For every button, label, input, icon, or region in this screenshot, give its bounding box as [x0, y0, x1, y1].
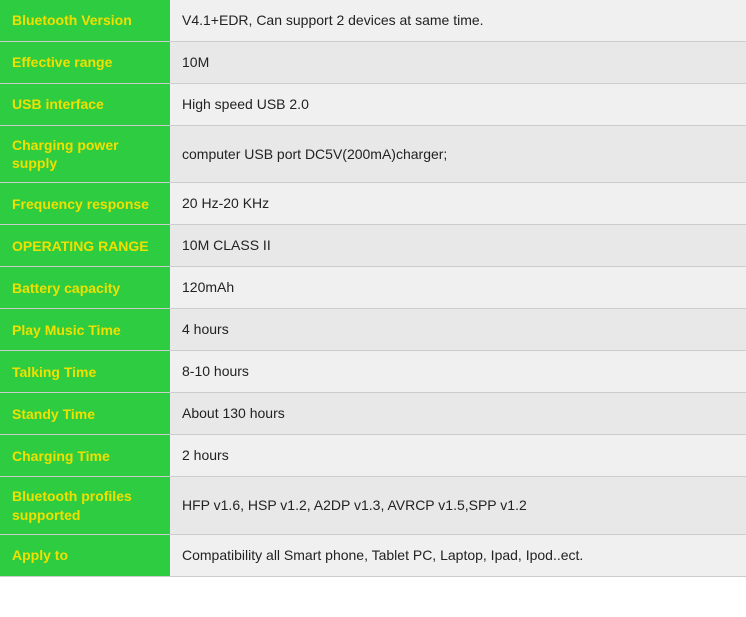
table-row: Frequency response20 Hz-20 KHz: [0, 183, 746, 225]
spec-value: HFP v1.6, HSP v1.2, A2DP v1.3, AVRCP v1.…: [170, 477, 746, 534]
spec-label: Bluetooth Version: [0, 0, 170, 42]
spec-label: OPERATING RANGE: [0, 225, 170, 267]
table-row: Standy TimeAbout 130 hours: [0, 393, 746, 435]
table-row: Bluetooth VersionV4.1+EDR, Can support 2…: [0, 0, 746, 42]
table-row: Talking Time8-10 hours: [0, 351, 746, 393]
spec-value: Compatibility all Smart phone, Tablet PC…: [170, 534, 746, 576]
table-row: Apply toCompatibility all Smart phone, T…: [0, 534, 746, 576]
table-row: USB interfaceHigh speed USB 2.0: [0, 84, 746, 126]
spec-value: 10M CLASS II: [170, 225, 746, 267]
spec-label: Battery capacity: [0, 267, 170, 309]
spec-label: USB interface: [0, 84, 170, 126]
spec-label: Talking Time: [0, 351, 170, 393]
spec-label: Play Music Time: [0, 309, 170, 351]
spec-value: 8-10 hours: [170, 351, 746, 393]
table-row: OPERATING RANGE10M CLASS II: [0, 225, 746, 267]
spec-value: 120mAh: [170, 267, 746, 309]
spec-value: 20 Hz-20 KHz: [170, 183, 746, 225]
spec-label: Standy Time: [0, 393, 170, 435]
spec-value: 10M: [170, 42, 746, 84]
spec-table: Bluetooth VersionV4.1+EDR, Can support 2…: [0, 0, 746, 577]
table-row: Effective range10M: [0, 42, 746, 84]
table-row: Bluetooth profiles supportedHFP v1.6, HS…: [0, 477, 746, 534]
spec-label: Bluetooth profiles supported: [0, 477, 170, 534]
table-row: Battery capacity120mAh: [0, 267, 746, 309]
table-row: Charging power supplycomputer USB port D…: [0, 126, 746, 183]
spec-value: computer USB port DC5V(200mA)charger;: [170, 126, 746, 183]
spec-label: Charging power supply: [0, 126, 170, 183]
spec-label: Effective range: [0, 42, 170, 84]
spec-label: Apply to: [0, 534, 170, 576]
table-row: Play Music Time4 hours: [0, 309, 746, 351]
spec-value: About 130 hours: [170, 393, 746, 435]
table-row: Charging Time2 hours: [0, 435, 746, 477]
spec-value: V4.1+EDR, Can support 2 devices at same …: [170, 0, 746, 42]
spec-value: 4 hours: [170, 309, 746, 351]
spec-value: High speed USB 2.0: [170, 84, 746, 126]
spec-label: Charging Time: [0, 435, 170, 477]
spec-value: 2 hours: [170, 435, 746, 477]
spec-label: Frequency response: [0, 183, 170, 225]
